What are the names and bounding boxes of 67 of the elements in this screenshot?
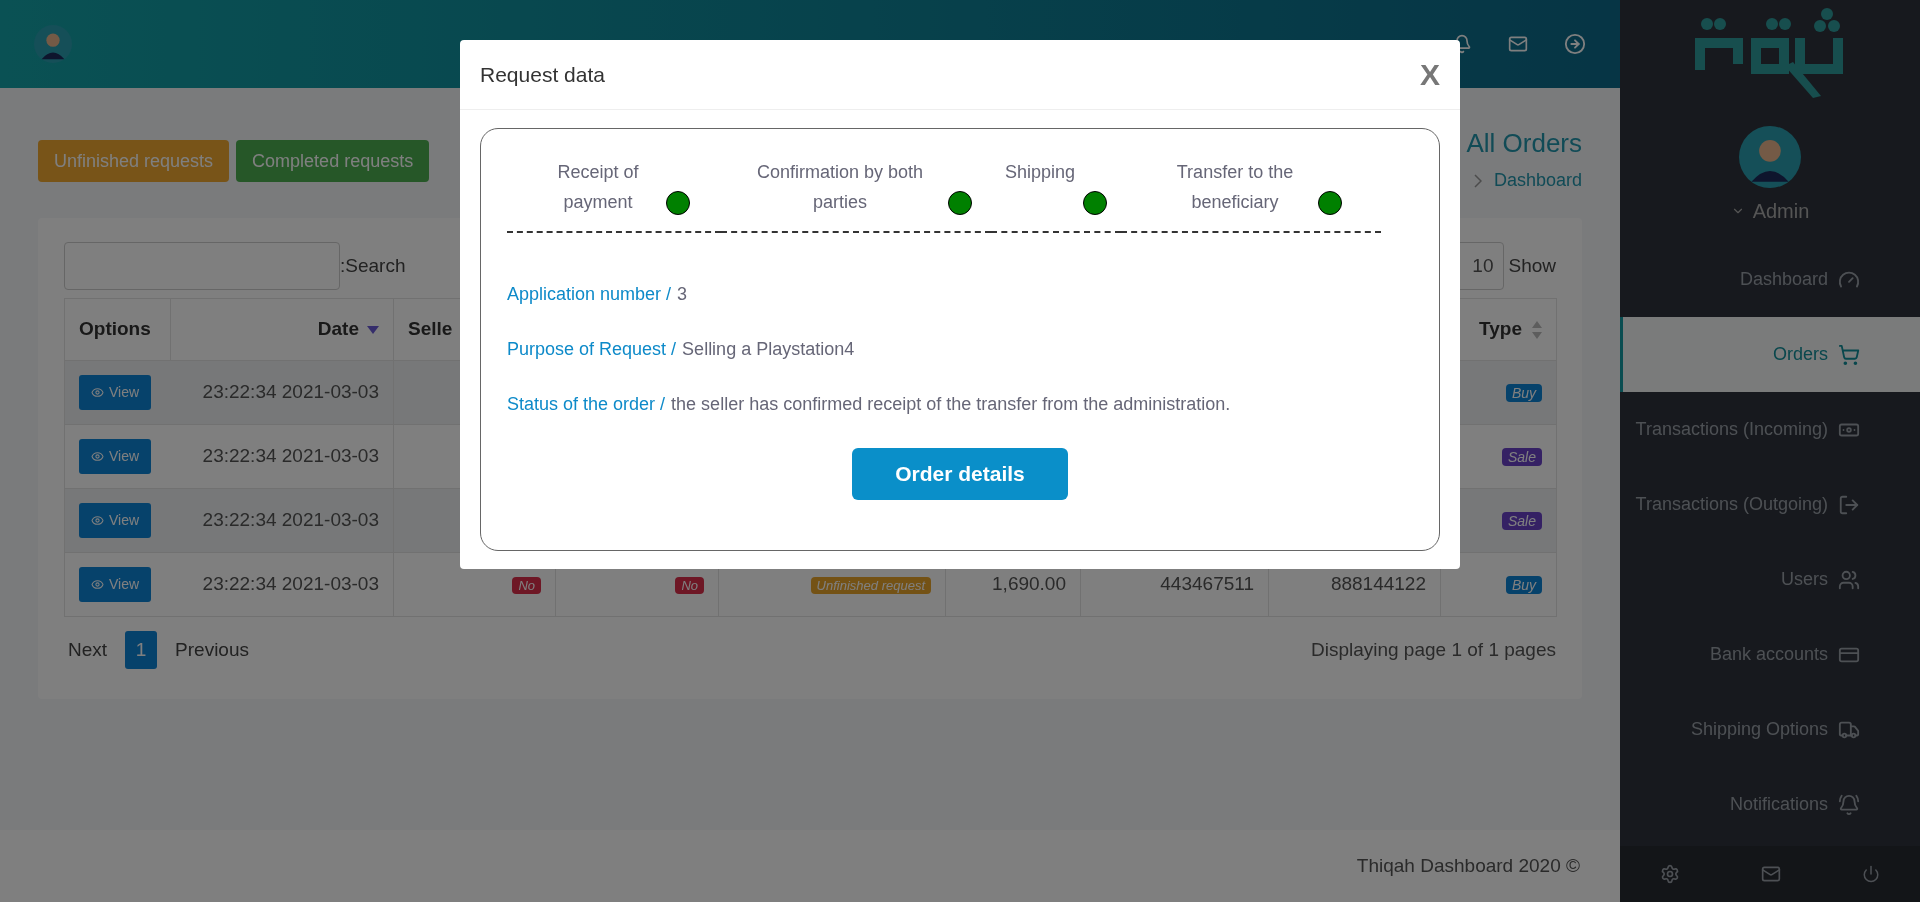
column-header[interactable]: Selle bbox=[408, 318, 453, 340]
users-icon bbox=[1838, 568, 1860, 591]
view-button[interactable]: View bbox=[79, 567, 152, 602]
sort-icon[interactable] bbox=[367, 325, 379, 334]
field-value: the seller has confirmed receipt of the transfer from the administration. bbox=[671, 393, 1231, 416]
nav-item[interactable]: Orders bbox=[1620, 317, 1920, 392]
step-label: Receipt of payment bbox=[556, 161, 640, 214]
step-label: Shipping bbox=[1004, 161, 1076, 184]
status-badge: No bbox=[512, 576, 541, 594]
status-badge: No bbox=[675, 576, 704, 594]
search-label: :Search bbox=[340, 253, 406, 278]
view-button[interactable]: View bbox=[79, 503, 152, 538]
cart-icon bbox=[1838, 343, 1860, 366]
field-label: Application number / bbox=[507, 283, 672, 306]
eye-icon bbox=[91, 514, 104, 527]
pagination-button[interactable]: 1 bbox=[125, 631, 158, 669]
settings-icon[interactable] bbox=[1660, 864, 1681, 884]
date-cell: 23:22:34 2021-03-03 bbox=[202, 445, 379, 467]
breadcrumb-link[interactable]: Dashboard bbox=[1493, 167, 1582, 194]
field-label: Purpose of Request / bbox=[507, 338, 677, 361]
filter-button[interactable]: Unfinished requests bbox=[38, 140, 230, 182]
show-label: Show bbox=[1508, 253, 1556, 278]
mail-icon[interactable] bbox=[1761, 864, 1781, 884]
view-button[interactable]: View bbox=[79, 439, 152, 474]
footer-text: Thiqah Dashboard 2020 © bbox=[1356, 853, 1580, 878]
view-button[interactable]: View bbox=[79, 375, 152, 410]
avatar-icon bbox=[1739, 126, 1801, 188]
table-cell: 888144122 bbox=[1330, 573, 1426, 595]
user-name[interactable]: Admin bbox=[1752, 196, 1810, 226]
avatar-icon bbox=[34, 25, 72, 63]
field-value: 3 bbox=[677, 283, 688, 306]
search-field[interactable] bbox=[64, 242, 340, 290]
eye-icon bbox=[91, 578, 104, 591]
eye-icon bbox=[91, 450, 104, 463]
sort-icon[interactable] bbox=[1532, 320, 1542, 339]
page-title: All Orders bbox=[1466, 127, 1582, 160]
pagination-button[interactable]: Previous bbox=[171, 631, 253, 669]
page-info: Displaying page 1 of 1 pages bbox=[1310, 637, 1556, 662]
column-header[interactable]: Date bbox=[317, 315, 359, 344]
order-details-button[interactable]: Order details bbox=[852, 448, 1068, 500]
chevron-icon bbox=[1473, 173, 1482, 188]
pagination-button[interactable]: Next bbox=[64, 631, 112, 669]
logout-icon[interactable] bbox=[1564, 33, 1586, 55]
date-cell: 23:22:34 2021-03-03 bbox=[202, 573, 379, 595]
exit-icon bbox=[1838, 493, 1860, 516]
close-button[interactable]: X bbox=[1420, 52, 1440, 97]
column-header[interactable]: Options bbox=[79, 318, 151, 340]
date-cell: 23:22:34 2021-03-03 bbox=[202, 381, 379, 403]
field-value: Selling a Playstation4 bbox=[682, 338, 855, 361]
column-header[interactable]: Type bbox=[1479, 315, 1522, 344]
filter-button[interactable]: Completed requests bbox=[236, 140, 430, 182]
power-icon[interactable] bbox=[1861, 865, 1880, 883]
type-badge: Buy bbox=[1505, 575, 1542, 594]
table-cell: 1,690.00 bbox=[992, 573, 1066, 595]
field-label: Status of the order / bbox=[507, 393, 666, 416]
type-badge: Sale bbox=[1501, 447, 1542, 466]
date-cell: 23:22:34 2021-03-03 bbox=[202, 509, 379, 531]
status-badge: Unfinished request bbox=[810, 576, 931, 594]
step-label: Transfer to the beneficiary bbox=[1175, 161, 1295, 214]
table-cell: 443467511 bbox=[1160, 573, 1254, 595]
type-badge: Buy bbox=[1505, 383, 1542, 402]
bell-icon bbox=[1838, 793, 1860, 816]
type-badge: Sale bbox=[1501, 511, 1542, 530]
eye-icon bbox=[91, 386, 104, 399]
modal-title: Request data bbox=[480, 61, 605, 88]
mail-icon[interactable] bbox=[1508, 34, 1528, 54]
step-label: Confirmation by both parties bbox=[755, 161, 925, 214]
